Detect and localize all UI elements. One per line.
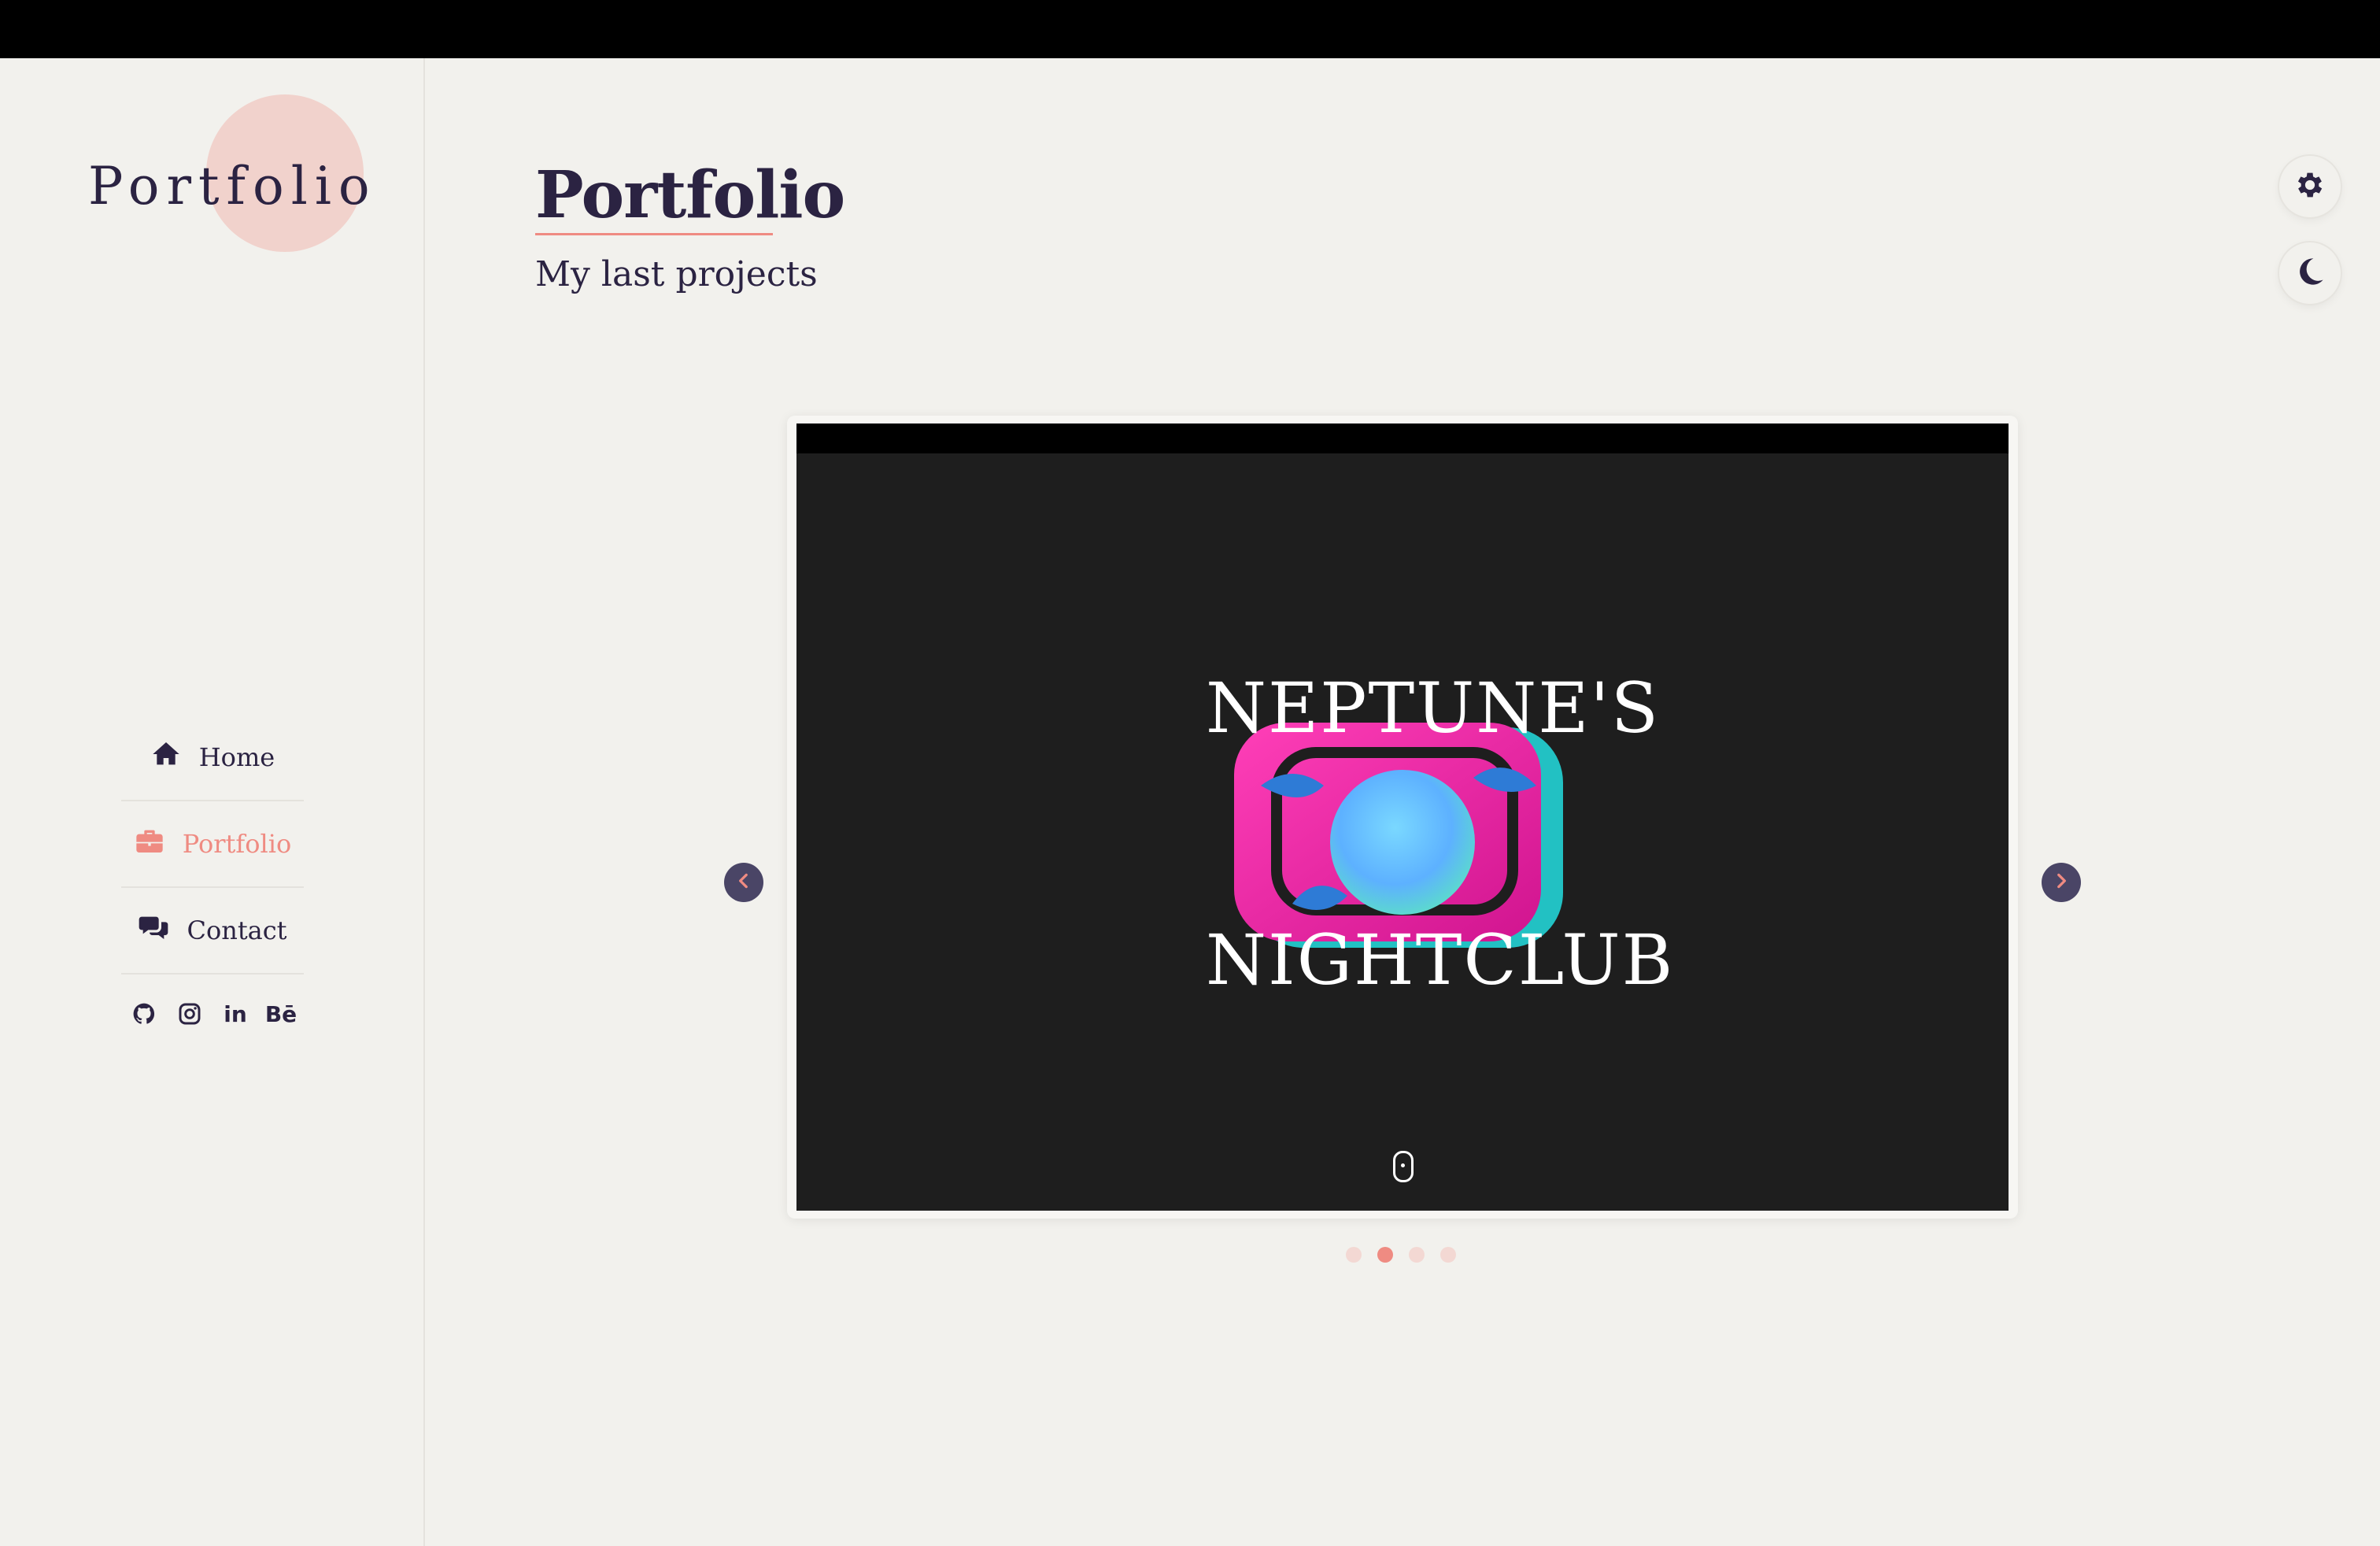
nightclub-logo-image: NEPTUNE'S NIGHTCLUB <box>1206 668 1675 1014</box>
linkedin-icon[interactable]: in <box>223 1001 248 1027</box>
chat-icon <box>138 912 169 949</box>
slider-dot[interactable] <box>1409 1247 1425 1263</box>
sidebar-item-label: Contact <box>187 915 287 945</box>
chevron-right-icon <box>2051 871 2071 894</box>
behance-icon[interactable]: Bē <box>265 1001 297 1027</box>
browser-top-bar <box>0 0 2380 58</box>
gear-icon <box>2293 168 2326 205</box>
slider-dot[interactable] <box>1440 1247 1456 1263</box>
page-title: Portfolio <box>535 157 845 233</box>
mouse-scroll-icon <box>1393 1151 1414 1182</box>
page-header: Portfolio My last projects <box>535 157 845 294</box>
sidebar: Portfolio Home Portfolio Contact in Bē <box>0 58 425 1546</box>
logo-text: Portfolio <box>88 156 377 216</box>
logo[interactable]: Portfolio <box>88 77 371 252</box>
slide-top-bar <box>796 423 2009 453</box>
github-icon[interactable] <box>131 1001 157 1026</box>
slider-pagination <box>1346 1247 1456 1263</box>
settings-button[interactable] <box>2279 156 2341 217</box>
slide-title-line2: NIGHTCLUB <box>1206 919 1675 1000</box>
project-slider: NEPTUNE'S NIGHTCLUB <box>787 416 2018 1219</box>
theme-toggle-button[interactable] <box>2279 242 2341 304</box>
title-underline <box>535 233 773 235</box>
home-icon <box>150 738 182 776</box>
social-links: in Bē <box>121 1001 304 1027</box>
slider-dot-active[interactable] <box>1377 1247 1393 1263</box>
sidebar-item-contact[interactable]: Contact <box>121 888 304 975</box>
project-slide[interactable]: NEPTUNE'S NIGHTCLUB <box>796 423 2009 1211</box>
chevron-left-icon <box>734 871 754 894</box>
briefcase-icon <box>134 825 165 863</box>
sidebar-item-label: Home <box>198 742 275 772</box>
sidebar-item-home[interactable]: Home <box>121 715 304 801</box>
page-subtitle: My last projects <box>535 254 818 294</box>
instagram-icon[interactable] <box>177 1001 202 1026</box>
slider-prev-button[interactable] <box>724 863 763 902</box>
slide-title-line1: NEPTUNE'S <box>1206 668 1661 749</box>
sidebar-item-label: Portfolio <box>182 829 292 859</box>
slider-next-button[interactable] <box>2042 863 2081 902</box>
moon-icon <box>2293 255 2326 291</box>
sidebar-nav: Home Portfolio Contact in Bē <box>121 715 304 1027</box>
sidebar-item-portfolio[interactable]: Portfolio <box>121 801 304 888</box>
slider-dot[interactable] <box>1346 1247 1362 1263</box>
